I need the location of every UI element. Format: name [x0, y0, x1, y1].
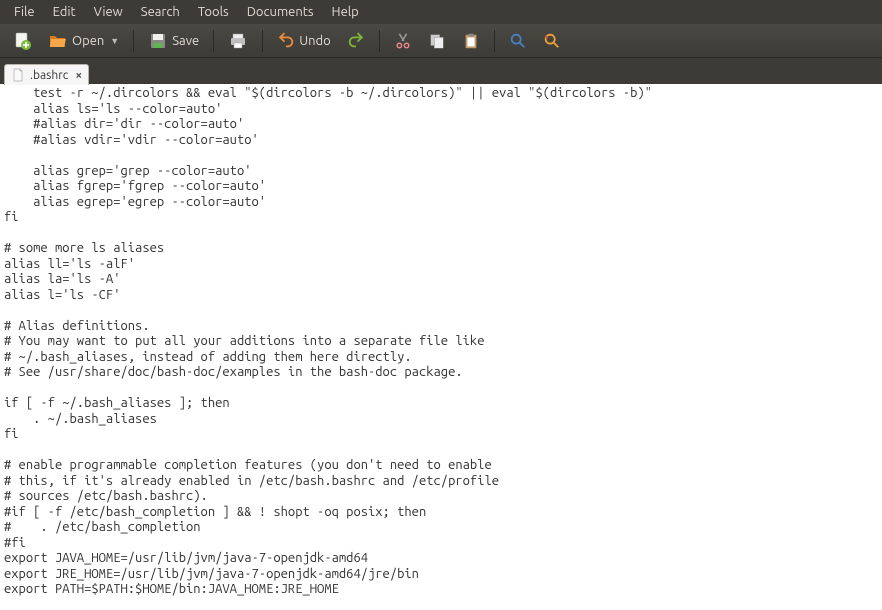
menubar: File Edit View Search Tools Documents He…	[0, 0, 882, 24]
toolbar-separator	[379, 30, 380, 52]
save-label: Save	[172, 34, 199, 48]
cut-button[interactable]	[388, 29, 418, 53]
toolbar-separator	[262, 30, 263, 52]
copy-icon	[428, 32, 446, 50]
save-icon	[148, 31, 168, 51]
paste-icon	[462, 32, 480, 50]
open-label: Open	[72, 34, 104, 48]
menu-file[interactable]: File	[6, 2, 43, 22]
redo-button[interactable]	[341, 29, 371, 53]
print-button[interactable]	[222, 28, 254, 54]
toolbar: Open ▼ Save Undo	[0, 24, 882, 58]
folder-open-icon	[48, 31, 68, 51]
find-replace-button[interactable]	[537, 29, 567, 53]
undo-label: Undo	[299, 34, 331, 48]
menu-documents[interactable]: Documents	[239, 2, 322, 22]
open-dropdown-icon: ▼	[110, 36, 119, 46]
new-document-icon	[12, 31, 32, 51]
menu-tools[interactable]: Tools	[190, 2, 237, 22]
new-document-button[interactable]	[6, 28, 38, 54]
print-icon	[228, 31, 248, 51]
undo-button[interactable]: Undo	[271, 29, 337, 53]
toolbar-separator	[133, 30, 134, 52]
cut-icon	[394, 32, 412, 50]
menu-search[interactable]: Search	[133, 2, 188, 22]
undo-icon	[277, 32, 295, 50]
close-tab-icon[interactable]: ×	[75, 69, 82, 82]
open-button[interactable]: Open ▼	[42, 28, 125, 54]
search-icon	[509, 32, 527, 50]
tab-filename: .bashrc	[30, 69, 68, 82]
menu-edit[interactable]: Edit	[45, 2, 84, 22]
menu-view[interactable]: View	[86, 2, 131, 22]
paste-button[interactable]	[456, 29, 486, 53]
document-tab[interactable]: .bashrc ×	[4, 64, 89, 85]
find-button[interactable]	[503, 29, 533, 53]
file-icon	[11, 68, 25, 82]
menu-help[interactable]: Help	[324, 2, 367, 22]
copy-button[interactable]	[422, 29, 452, 53]
redo-icon	[347, 32, 365, 50]
toolbar-separator	[494, 30, 495, 52]
save-button[interactable]: Save	[142, 28, 205, 54]
tabbar: .bashrc ×	[0, 58, 882, 84]
editor-textarea[interactable]: test -r ~/.dircolors && eval "$(dircolor…	[0, 84, 882, 610]
find-replace-icon	[543, 32, 561, 50]
toolbar-separator	[213, 30, 214, 52]
